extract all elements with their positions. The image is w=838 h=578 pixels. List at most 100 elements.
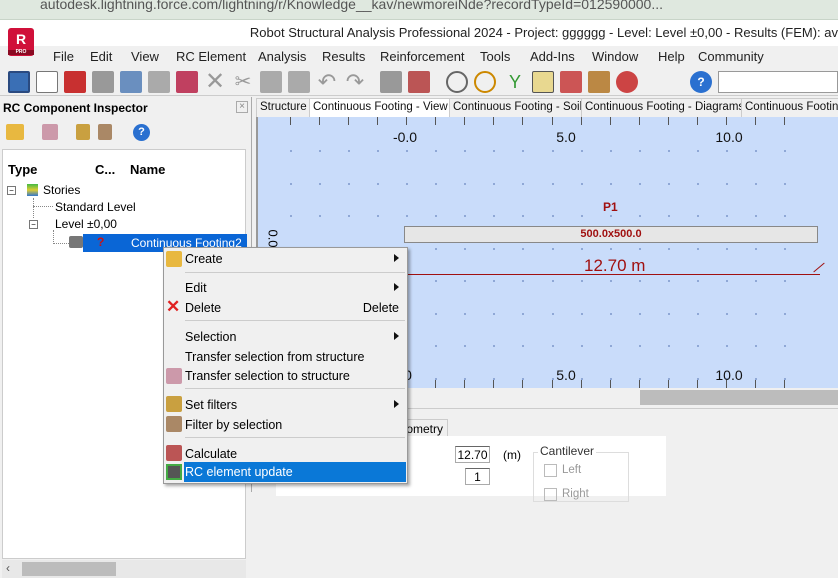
footing-beam[interactable]: 500.0x500.0	[404, 226, 818, 243]
menu-community[interactable]: Community	[698, 49, 764, 64]
scroll-thumb[interactable]	[22, 562, 116, 576]
filter-icon[interactable]	[76, 124, 90, 140]
menu-item-filter-by-selection[interactable]: Filter by selection	[185, 418, 282, 432]
pan-zoom-icon[interactable]	[474, 71, 496, 93]
cut-icon[interactable]: ✂	[232, 71, 254, 93]
length-input[interactable]: 12.70	[455, 446, 490, 463]
menu-file[interactable]: File	[53, 49, 74, 64]
scroll-thumb[interactable]	[640, 390, 838, 405]
grid-dot	[435, 345, 438, 347]
grid-dot	[406, 215, 408, 217]
command-input[interactable]	[718, 71, 838, 93]
table-icon[interactable]	[380, 71, 402, 93]
delete-icon: ✕	[166, 297, 181, 316]
browser-url-bar[interactable]: autodesk.lightning.force.com/lightning/r…	[0, 0, 838, 20]
grid-dot	[638, 247, 641, 250]
wrench-icon[interactable]	[616, 71, 638, 93]
book-icon[interactable]	[120, 71, 142, 93]
menu-item-set-filters[interactable]: Set filters	[185, 398, 237, 412]
tab-continuous-footing-view[interactable]: Continuous Footing - View	[309, 98, 452, 118]
axis-tick	[435, 117, 437, 125]
inspector-icon[interactable]	[8, 71, 30, 93]
filter-selection-icon[interactable]	[98, 124, 112, 140]
menu-rc-element[interactable]: RC Element	[176, 49, 246, 64]
panel-toolbar: ?	[0, 121, 250, 147]
properties-icon[interactable]	[532, 71, 554, 93]
grid-dot	[551, 280, 554, 282]
calculator-icon[interactable]	[408, 71, 430, 93]
paste-icon[interactable]	[288, 71, 310, 93]
close-panel-button[interactable]: ×	[236, 101, 248, 113]
scroll-left-arrow[interactable]: ‹	[6, 561, 10, 575]
column-c[interactable]: C...	[95, 162, 115, 177]
tab-structure[interactable]: Structure	[256, 98, 311, 117]
menu-view[interactable]: View	[131, 49, 159, 64]
menu-item-transfer-from-structure[interactable]: Transfer selection from structure	[185, 350, 364, 364]
axis-tick	[522, 380, 524, 388]
grid-dot	[493, 280, 496, 282]
rc-update-icon	[166, 464, 182, 480]
robot-logo[interactable]: R PRO	[8, 28, 34, 56]
menu-results[interactable]: Results	[322, 49, 365, 64]
help-icon[interactable]: ?	[133, 124, 150, 141]
menu-item-create[interactable]: Create	[185, 252, 223, 266]
column-name[interactable]: Name	[130, 162, 165, 177]
grid-dot	[609, 215, 612, 217]
collapse-stories[interactable]: −	[7, 186, 16, 195]
menu-reinforcement[interactable]: Reinforcement	[380, 49, 465, 64]
help-icon[interactable]: ?	[690, 71, 712, 93]
menu-help[interactable]: Help	[658, 49, 685, 64]
tree-item-stories[interactable]: Stories	[43, 183, 80, 197]
print-icon[interactable]	[92, 71, 114, 93]
left-checkbox[interactable]	[544, 464, 557, 477]
menu-item-calculate[interactable]: Calculate	[185, 447, 237, 461]
preview-icon[interactable]	[148, 71, 170, 93]
menu-add-ins[interactable]: Add-Ins	[530, 49, 575, 64]
tab-continuous-footing-diagrams[interactable]: Continuous Footing - Diagrams	[581, 98, 749, 117]
menu-item-transfer-to-structure[interactable]: Transfer selection to structure	[185, 369, 350, 383]
tree-item-level[interactable]: Level ±0,00	[55, 217, 117, 231]
new-file-icon[interactable]	[36, 71, 58, 93]
right-checkbox[interactable]	[544, 488, 557, 501]
save-icon[interactable]	[64, 71, 86, 93]
camera-icon[interactable]	[176, 71, 198, 93]
grid-dot	[580, 312, 583, 315]
count-input[interactable]: 1	[465, 468, 490, 485]
redo-icon[interactable]: ↷	[344, 71, 366, 93]
calculate-icon	[166, 445, 182, 461]
menu-tools[interactable]: Tools	[480, 49, 510, 64]
axis-tick	[493, 380, 495, 388]
delete-shortcut: Delete	[362, 301, 399, 315]
create-folder-icon[interactable]	[6, 124, 24, 140]
x-tick-label-bottom: 10.0	[715, 367, 743, 383]
tree-line	[53, 243, 69, 244]
menu-analysis[interactable]: Analysis	[258, 49, 306, 64]
menu-item-selection[interactable]: Selection	[185, 330, 236, 344]
collapse-level[interactable]: −	[29, 220, 38, 229]
loads-icon[interactable]	[560, 71, 582, 93]
grid-dot	[784, 247, 787, 250]
tab-continuous-footing-soil[interactable]: Continuous Footing - Soil	[449, 98, 587, 117]
tree-item-standard-level[interactable]: Standard Level	[55, 200, 136, 214]
grid-dot	[784, 182, 787, 185]
tab-continuous-footing-more[interactable]: Continuous Footing	[741, 98, 838, 117]
zoom-icon[interactable]	[446, 71, 468, 93]
structure-icon[interactable]	[588, 71, 610, 93]
grid-dot	[609, 312, 612, 315]
copy-icon[interactable]	[260, 71, 282, 93]
axis-tick	[464, 117, 466, 125]
tree-horizontal-scrollbar[interactable]: ‹	[2, 560, 246, 578]
status-unknown: ?	[97, 235, 105, 249]
menu-window[interactable]: Window	[592, 49, 638, 64]
supports-icon[interactable]: Y	[504, 71, 526, 93]
menu-item-rc-element-update[interactable]: RC element update	[184, 462, 406, 482]
column-type[interactable]: Type	[8, 162, 37, 177]
menu-edit[interactable]: Edit	[90, 49, 112, 64]
menu-item-edit[interactable]: Edit	[185, 281, 207, 295]
delete-icon[interactable]: ✕	[204, 70, 226, 94]
grid-dot	[667, 215, 670, 217]
grid-dot	[638, 377, 641, 380]
undo-icon[interactable]: ↶	[316, 71, 338, 93]
transfer-icon[interactable]	[42, 124, 58, 140]
menu-item-delete[interactable]: Delete	[185, 301, 221, 315]
